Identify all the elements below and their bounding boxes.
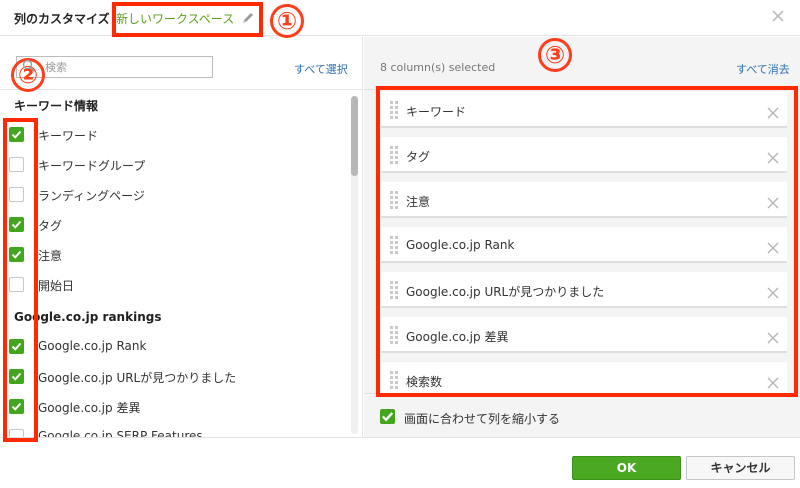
selected-count: 8 column(s) selected bbox=[380, 61, 496, 74]
group-header-keyword-info: キーワード情報 bbox=[14, 99, 99, 113]
annotation-box-checkboxes bbox=[3, 118, 38, 442]
list-item[interactable]: キーワードグループ bbox=[8, 153, 338, 177]
search-input[interactable] bbox=[45, 57, 210, 77]
list-item-label: キーワード bbox=[38, 129, 99, 143]
fit-to-screen-row[interactable]: 画面に合わせて列を縮小する bbox=[364, 393, 800, 437]
list-item[interactable]: 注意 bbox=[8, 243, 338, 267]
column-list[interactable]: キーワード情報 キーワード キーワードグループ ランディングページ タグ 注意 … bbox=[0, 90, 362, 437]
list-item-label: Google.co.jp Rank bbox=[38, 339, 147, 353]
list-item[interactable]: キーワード bbox=[8, 123, 338, 147]
list-item-label: 注意 bbox=[38, 249, 63, 263]
list-item[interactable]: Google.co.jp Rank bbox=[8, 335, 338, 359]
search-icon bbox=[22, 58, 38, 74]
list-item[interactable]: ランディングページ bbox=[8, 183, 338, 207]
search-box[interactable] bbox=[16, 56, 213, 78]
annotation-number-1: ① bbox=[270, 4, 304, 38]
fit-to-screen-label: 画面に合わせて列を縮小する bbox=[404, 412, 561, 426]
list-item[interactable]: Google.co.jp 差異 bbox=[8, 395, 338, 419]
list-item-label: Google.co.jp SERP Features bbox=[38, 429, 203, 437]
ok-button[interactable]: OK bbox=[572, 456, 681, 480]
list-item-label: Google.co.jp 差異 bbox=[38, 401, 141, 415]
available-columns-panel: すべて選択 キーワード情報 キーワード キーワードグループ ランディングページ … bbox=[0, 37, 363, 437]
list-item[interactable]: 開始日 bbox=[8, 273, 338, 297]
cancel-button[interactable]: キャンセル bbox=[686, 456, 795, 480]
dialog-footer: OK キャンセル bbox=[0, 437, 800, 488]
fit-to-screen-checkbox[interactable] bbox=[380, 409, 395, 424]
list-item-label: Google.co.jp URLが見つかりました bbox=[38, 371, 237, 385]
dialog-title: 列のカスタマイズ bbox=[14, 12, 110, 26]
select-all-link[interactable]: すべて選択 bbox=[294, 61, 348, 77]
scrollbar[interactable] bbox=[351, 96, 358, 434]
annotation-box-workspace bbox=[112, 2, 263, 37]
annotation-number-3: ③ bbox=[538, 38, 572, 72]
list-item[interactable]: Google.co.jp SERP Features bbox=[8, 425, 338, 437]
list-item-label: ランディングページ bbox=[38, 189, 145, 203]
close-icon[interactable] bbox=[770, 8, 786, 24]
scroll-thumb[interactable] bbox=[351, 96, 358, 176]
list-item[interactable]: Google.co.jp URLが見つかりました bbox=[8, 365, 338, 389]
list-item-label: 開始日 bbox=[38, 279, 75, 293]
list-item-label: タグ bbox=[38, 219, 63, 233]
clear-all-link[interactable]: すべて消去 bbox=[736, 61, 790, 77]
annotation-box-selected-columns bbox=[376, 86, 798, 397]
list-item[interactable]: タグ bbox=[8, 213, 338, 237]
list-item-label: キーワードグループ bbox=[38, 159, 146, 173]
